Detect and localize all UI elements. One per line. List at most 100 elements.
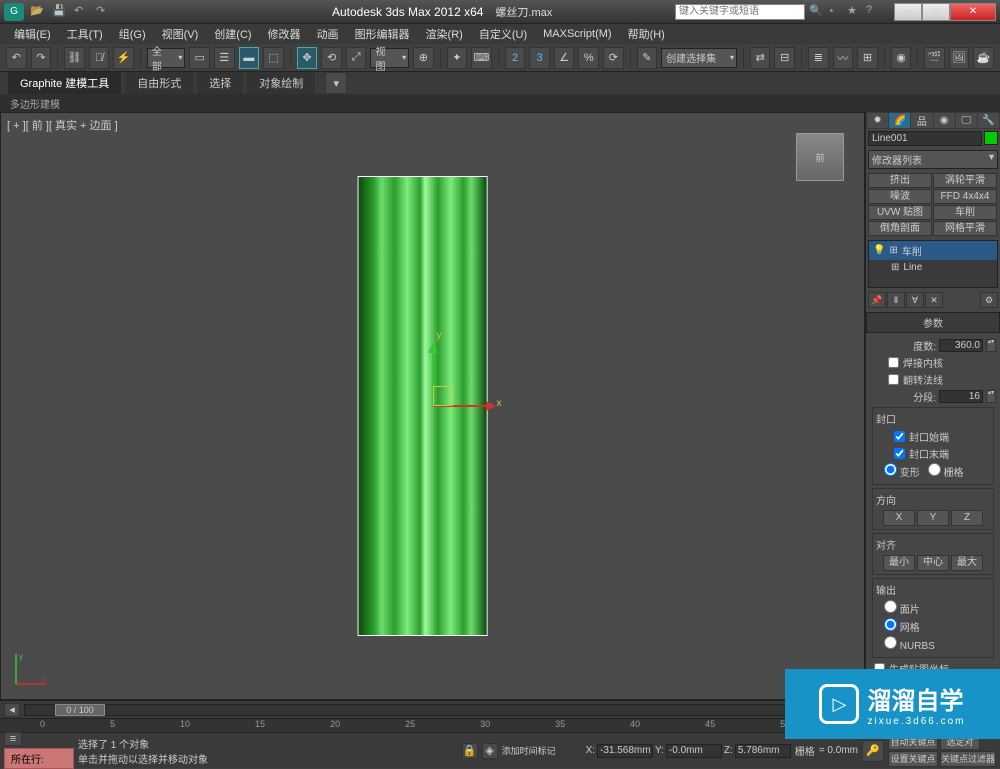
create-tab-icon[interactable]: ✹	[867, 113, 888, 128]
modifier-stack[interactable]: 💡⊞车削 ⊞Line	[868, 240, 998, 288]
show-end-result-icon[interactable]: Ⅱ	[887, 292, 905, 308]
tab-freeform[interactable]: 自由形式	[125, 72, 193, 94]
mod-btn-uvw[interactable]: UVW 贴图	[868, 205, 932, 220]
motion-tab-icon[interactable]: ◉	[934, 113, 955, 128]
comm-center-icon[interactable]: ⋆	[828, 4, 844, 20]
tab-graphite-modeling[interactable]: Graphite 建模工具	[8, 72, 121, 94]
xy-plane-handle[interactable]	[433, 386, 453, 406]
redo-icon[interactable]: ↷	[31, 47, 52, 69]
patch-radio[interactable]: 面片	[884, 600, 990, 616]
viewport-label[interactable]: [ + ][ 前 ][ 真实 + 边面 ]	[7, 117, 118, 133]
add-time-tag-button[interactable]: 添加时间标记	[502, 744, 582, 757]
axis-x-button[interactable]: X	[883, 510, 915, 526]
stack-item-lathe[interactable]: 💡⊞车削	[869, 241, 997, 260]
curve-editor-icon[interactable]: 〰	[833, 47, 854, 69]
menu-views[interactable]: 视图(V)	[154, 24, 207, 44]
keyboard-shortcut-icon[interactable]: ⌨	[471, 47, 492, 69]
hierarchy-tab-icon[interactable]: 品	[911, 113, 932, 128]
menu-maxscript[interactable]: MAXScript(M)	[535, 26, 619, 42]
align-min-button[interactable]: 最小	[883, 555, 915, 571]
snap-3d-icon[interactable]: 3	[529, 47, 550, 69]
app-icon[interactable]: G	[4, 3, 24, 21]
align-icon[interactable]: ⊟	[774, 47, 795, 69]
mirror-icon[interactable]: ⇄	[750, 47, 771, 69]
key-filters-button[interactable]: 关键点过滤器	[940, 751, 996, 767]
spinner-buttons[interactable]: ▴▾	[986, 339, 996, 352]
select-scale-icon[interactable]: ⤢	[346, 47, 367, 69]
script-line-button[interactable]: 所在行:	[4, 748, 74, 769]
cap-end-checkbox[interactable]	[894, 448, 905, 459]
ref-coord-dropdown[interactable]: 视图	[370, 48, 409, 68]
menu-edit[interactable]: 编辑(E)	[6, 24, 59, 44]
select-object-icon[interactable]: ▭	[189, 47, 210, 69]
modifier-list-dropdown[interactable]: 修改器列表▾	[868, 150, 998, 169]
expand-icon[interactable]: ⊞	[891, 262, 899, 273]
mod-btn-turbosmooth[interactable]: 涡轮平滑	[933, 173, 997, 188]
select-move-icon[interactable]: ✥	[297, 47, 318, 69]
grid-radio[interactable]: 栅格	[928, 463, 964, 479]
menu-group[interactable]: 组(G)	[111, 24, 154, 44]
angle-snap-icon[interactable]: ∠	[554, 47, 575, 69]
make-unique-icon[interactable]: ∀	[906, 292, 924, 308]
close-button[interactable]: ✕	[950, 3, 996, 21]
ribbon-config-icon[interactable]: ▾	[325, 72, 347, 94]
set-key-button[interactable]: 设置关键点	[888, 751, 938, 767]
qat-redo-icon[interactable]: ↷	[96, 4, 112, 20]
prev-key-icon[interactable]: ◂	[4, 703, 20, 717]
isolate-selection-icon[interactable]: ◈	[482, 743, 498, 759]
schematic-view-icon[interactable]: ⊞	[857, 47, 878, 69]
time-handle[interactable]: 0 / 100	[55, 704, 105, 716]
named-selection-dropdown[interactable]: 创建选择集	[661, 48, 737, 68]
segments-spinner[interactable]: 16	[939, 390, 983, 403]
mod-btn-extrude[interactable]: 挤出	[868, 173, 932, 188]
rectangular-region-icon[interactable]: ▬	[239, 47, 260, 69]
menu-animation[interactable]: 动画	[309, 24, 347, 44]
menu-tools[interactable]: 工具(T)	[59, 24, 111, 44]
morph-radio[interactable]: 变形	[884, 463, 920, 479]
pin-stack-icon[interactable]: 📌	[868, 292, 886, 308]
qat-open-icon[interactable]: 📂	[30, 4, 46, 20]
menu-rendering[interactable]: 渲染(R)	[418, 24, 471, 44]
qat-undo-icon[interactable]: ↶	[74, 4, 90, 20]
edit-named-sel-icon[interactable]: ✎	[637, 47, 658, 69]
menu-graph-editors[interactable]: 图形编辑器	[347, 24, 418, 44]
qat-save-icon[interactable]: 💾	[52, 4, 68, 20]
axis-z-button[interactable]: Z	[951, 510, 983, 526]
render-production-icon[interactable]: ☕	[973, 47, 994, 69]
lock-selection-icon[interactable]: 🔒	[462, 743, 478, 759]
maximize-button[interactable]: ▭	[922, 3, 950, 21]
configure-sets-icon[interactable]: ⚙	[980, 292, 998, 308]
mod-btn-meshsmooth[interactable]: 网格平滑	[933, 221, 997, 236]
favorites-icon[interactable]: ★	[847, 4, 863, 20]
layer-manager-icon[interactable]: ≣	[808, 47, 829, 69]
manipulate-icon[interactable]: ✦	[447, 47, 468, 69]
axis-y-button[interactable]: Y	[917, 510, 949, 526]
help-icon[interactable]: ?	[866, 4, 882, 20]
lightbulb-icon[interactable]: 💡	[873, 245, 885, 256]
mod-btn-ffd[interactable]: FFD 4x4x4	[933, 189, 997, 204]
tab-object-paint[interactable]: 对象绘制	[247, 72, 315, 94]
stack-item-line[interactable]: ⊞Line	[869, 260, 997, 275]
mesh-radio[interactable]: 网格	[884, 618, 990, 634]
align-center-button[interactable]: 中心	[917, 555, 949, 571]
nurbs-radio[interactable]: NURBS	[884, 636, 990, 652]
z-coord-field[interactable]: 5.786mm	[735, 744, 791, 758]
tab-selection[interactable]: 选择	[197, 72, 243, 94]
link-icon[interactable]: ⛓	[64, 47, 85, 69]
minimize-button[interactable]: —	[894, 3, 922, 21]
object-color-swatch[interactable]	[984, 131, 998, 145]
viewcube[interactable]: 前	[796, 133, 844, 181]
mod-btn-lathe[interactable]: 车削	[933, 205, 997, 220]
unlink-icon[interactable]: ⛓̸	[89, 47, 110, 69]
material-editor-icon[interactable]: ◉	[891, 47, 912, 69]
select-rotate-icon[interactable]: ⟲	[321, 47, 342, 69]
display-tab-icon[interactable]: 🖵	[956, 113, 977, 128]
object-name-field[interactable]: Line001	[868, 131, 982, 146]
help-search-input[interactable]	[675, 4, 805, 20]
rollout-parameters[interactable]: 参数	[866, 312, 1000, 333]
utilities-tab-icon[interactable]: 🔧	[978, 113, 999, 128]
remove-modifier-icon[interactable]: ✕	[925, 292, 943, 308]
modify-tab-icon[interactable]: 🌈	[889, 113, 910, 128]
cap-start-checkbox[interactable]	[894, 431, 905, 442]
y-coord-field[interactable]: -0.0mm	[666, 744, 722, 758]
